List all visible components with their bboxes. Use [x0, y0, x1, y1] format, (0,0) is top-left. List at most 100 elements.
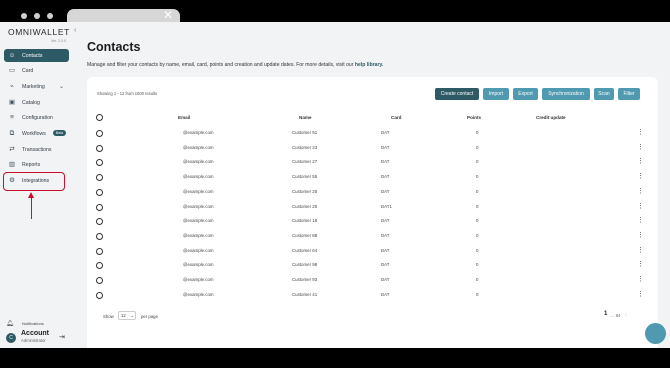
create-contact-button[interactable]: Create contact: [435, 88, 479, 100]
synchronization-button[interactable]: Synchronization: [542, 88, 590, 100]
row-select-radio[interactable]: [96, 144, 103, 152]
sidebar-item-marketing[interactable]: ⌁ Marketing ⌄: [4, 80, 69, 93]
sidebar-item-catalog[interactable]: ▣ Catalog: [4, 96, 69, 109]
beta-badge: Beta: [53, 130, 67, 136]
per-page-select[interactable]: 12 ⌄: [118, 311, 136, 320]
contacts-card: Showing 1 - 12 from 1000 results Create …: [87, 77, 658, 348]
name-cell: Customer 93: [292, 277, 318, 282]
row-select-radio[interactable]: [96, 218, 103, 226]
account-role: Administrator: [21, 338, 46, 343]
window-dot: [47, 13, 53, 19]
points-cell: 0: [476, 262, 479, 268]
select-all-radio[interactable]: [96, 114, 103, 121]
sidebar-item-label: Configuration: [22, 115, 53, 121]
sidebar-item-label: Card: [22, 68, 34, 74]
filter-button[interactable]: Filter: [618, 88, 640, 100]
email-cell: @example.com: [183, 291, 214, 297]
table-row[interactable]: @example.com Customer 55 DAT 0 ⋮: [87, 172, 658, 186]
import-button[interactable]: Import: [483, 88, 509, 100]
more-options-icon[interactable]: ⋮: [637, 128, 644, 136]
export-button[interactable]: Export: [513, 88, 538, 100]
card-cell: DAT: [381, 130, 390, 135]
table-row[interactable]: @example.com Customer 93 DAT 0 ⋮: [87, 275, 658, 289]
logout-icon[interactable]: ⇥: [59, 333, 65, 341]
more-options-icon[interactable]: ⋮: [637, 157, 644, 165]
sidebar-item-transactions[interactable]: ⇄ Transactions: [4, 143, 69, 156]
column-header-card: Card: [391, 115, 402, 120]
table-row[interactable]: @example.com Customer 18 DAT 0 ⋮: [87, 216, 658, 230]
row-select-radio[interactable]: [96, 232, 103, 240]
name-cell: Customer 18: [292, 218, 318, 224]
chevron-down-icon[interactable]: ⌄: [59, 83, 64, 90]
sidebar-item-card[interactable]: ▭ Card: [4, 64, 69, 77]
card-icon: ▭: [8, 67, 16, 74]
row-select-radio[interactable]: [96, 174, 103, 182]
scan-button[interactable]: Scan: [594, 88, 614, 100]
chevron-down-icon: ⌄: [130, 313, 134, 318]
name-cell: Customer 88: [292, 232, 318, 238]
chevron-left-icon[interactable]: ‹: [74, 27, 76, 34]
name-cell: Customer 91: [292, 130, 318, 135]
sidebar-item-contacts[interactable]: ☺ Contacts: [4, 49, 69, 62]
page-total[interactable]: ... 84: [611, 313, 621, 318]
page-description: Manage and filter your contacts by name,…: [87, 62, 383, 68]
table-row[interactable]: @example.com Customer 20 DAT1 0 ⋮: [87, 202, 658, 216]
more-options-icon[interactable]: ⋮: [637, 187, 644, 195]
more-options-icon[interactable]: ⋮: [637, 143, 644, 151]
column-header-name: Name: [299, 115, 312, 120]
row-select-radio[interactable]: [96, 277, 103, 284]
notifications-button[interactable]: 🔔︎ Notifications: [6, 320, 44, 327]
current-page[interactable]: 1: [604, 311, 607, 317]
points-cell: 0: [476, 291, 479, 297]
table-row[interactable]: @example.com Customer 27 DAT 0 ⋮: [87, 157, 658, 171]
more-options-icon[interactable]: ⋮: [637, 216, 644, 224]
card-cell: DAT: [381, 144, 390, 150]
browser-tab[interactable]: ✕: [67, 8, 180, 22]
help-library-link[interactable]: help library.: [355, 62, 384, 68]
row-select-radio[interactable]: [96, 291, 103, 299]
more-options-icon[interactable]: ⋮: [637, 231, 644, 239]
column-header-points: Points: [467, 115, 482, 120]
table-row[interactable]: @example.com Customer 41 DAT 0 ⋮: [87, 290, 658, 304]
more-options-icon[interactable]: ⋮: [637, 290, 644, 298]
more-options-icon[interactable]: ⋮: [637, 246, 644, 254]
row-select-radio[interactable]: [96, 247, 103, 255]
more-options-icon[interactable]: ⋮: [637, 260, 644, 268]
sidebar-item-configuration[interactable]: ≡ Configuration: [4, 111, 69, 124]
workflow-icon: ⧉: [9, 130, 15, 137]
table-row[interactable]: @example.com Customer 64 DAT 0 ⋮: [87, 246, 658, 260]
sidebar-item-label: Reports: [22, 162, 41, 168]
email-cell: @example.com: [183, 188, 214, 194]
table-row[interactable]: @example.com Customer 91 DAT 0 ⋮: [87, 128, 658, 142]
column-header-credit-update: Credit update: [536, 115, 566, 120]
email-cell: @example.com: [183, 218, 214, 224]
gift-icon: ▣: [8, 99, 16, 106]
chat-fab-button[interactable]: [645, 323, 666, 344]
row-select-radio[interactable]: [96, 203, 103, 211]
more-options-icon[interactable]: ⋮: [637, 202, 644, 210]
per-page-label: per page: [141, 314, 158, 319]
sidebar-item-reports[interactable]: ▥ Reports: [4, 158, 69, 171]
row-select-radio[interactable]: [96, 188, 103, 196]
avatar[interactable]: C: [6, 333, 16, 343]
name-cell: Customer 20: [292, 203, 318, 209]
row-select-radio[interactable]: [96, 130, 103, 137]
table-row[interactable]: @example.com Customer 23 DAT 0 ⋮: [87, 143, 658, 157]
sidebar-item-workflows[interactable]: ⧉ Workflows Beta: [4, 127, 69, 140]
row-select-radio[interactable]: [96, 262, 103, 270]
table-row[interactable]: @example.com Customer 25 DAT 0 ⋮: [87, 187, 658, 201]
close-icon[interactable]: ✕: [163, 8, 173, 22]
card-cell: DAT1: [381, 203, 392, 209]
show-label: Show: [103, 314, 114, 319]
notifications-label: Notifications: [22, 321, 44, 326]
next-page-icon[interactable]: ›: [625, 312, 627, 318]
table-row[interactable]: @example.com Customer 98 DAT 0 ⋮: [87, 260, 658, 274]
account-name: Account: [21, 330, 49, 337]
more-options-icon[interactable]: ⋮: [637, 172, 644, 180]
sidebar: OMNIWALLET Ver. 2.0.0 ☺ Contacts ▭ Card ⌁ Mar…: [0, 22, 73, 348]
email-cell: @example.com: [183, 277, 214, 282]
row-select-radio[interactable]: [96, 159, 103, 167]
name-cell: Customer 64: [292, 247, 318, 253]
table-row[interactable]: @example.com Customer 88 DAT 0 ⋮: [87, 231, 658, 245]
more-options-icon[interactable]: ⋮: [637, 275, 644, 283]
